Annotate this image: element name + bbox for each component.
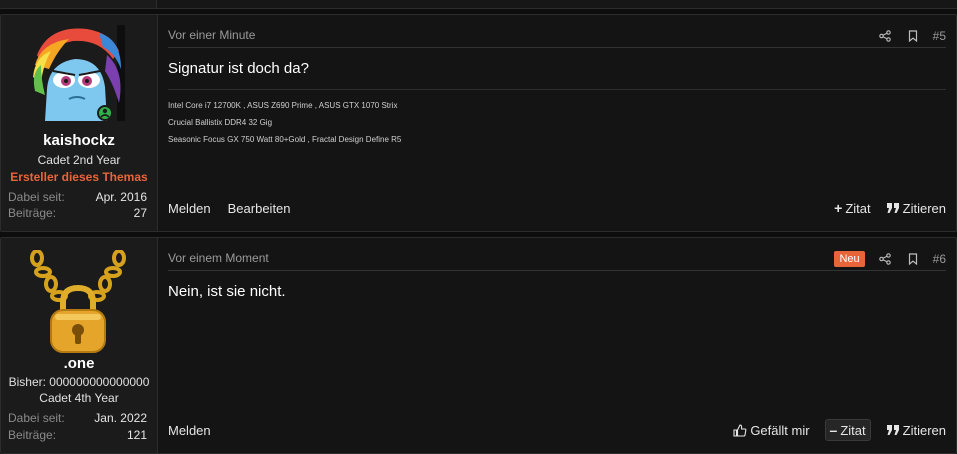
stat-value[interactable]: 27 (134, 206, 147, 220)
like-button[interactable]: Gefällt mir (733, 422, 810, 438)
like-label: Gefällt mir (750, 422, 810, 438)
minus-icon: – (829, 422, 838, 438)
post-main: Vor einem Moment Neu #6 Nein, ist sie ni… (158, 238, 956, 453)
post-meta-actions: #5 (877, 27, 946, 45)
stat-label: Dabei seit: (8, 190, 65, 204)
user-stat-joined: Dabei seit: Apr. 2016 (8, 190, 147, 206)
username[interactable]: kaishockz (1, 132, 157, 149)
reply-quote-label: Zitieren (902, 422, 946, 438)
post-date[interactable]: Vor einer Minute (168, 28, 255, 42)
stat-label: Beiträge: (8, 428, 57, 442)
post-actions-right: + Zitat Zitieren (834, 196, 946, 220)
post-actions-left: Melden Bearbeiten (168, 196, 291, 220)
stat-label: Beiträge: (8, 206, 57, 220)
thread-starter-banner: Ersteller dieses Themas (10, 170, 148, 184)
post-number[interactable]: #6 (933, 252, 946, 266)
post-5: kaishockz Cadet 2nd Year Ersteller diese… (0, 14, 957, 232)
signature: Intel Core i7 12700K , ASUS Z690 Prime ,… (168, 89, 946, 148)
share-icon[interactable] (877, 251, 893, 267)
share-icon[interactable] (877, 28, 893, 44)
user-stat-joined: Dabei seit: Jan. 2022 (8, 411, 147, 427)
avatar-rainbow-pony[interactable] (29, 25, 125, 121)
post-date[interactable]: Vor einem Moment (168, 251, 269, 265)
user-cell: .one Bisher: 000000000000000 Cadet 4th Y… (1, 238, 158, 453)
stat-value: Jan. 2022 (94, 411, 147, 425)
post-footer: Melden Gefällt mir – Zitat Zitieren (168, 418, 946, 442)
bookmark-icon[interactable] (905, 251, 921, 267)
signature-line: Intel Core i7 12700K , ASUS Z690 Prime ,… (168, 101, 398, 110)
post-body: Signatur ist doch da? (168, 60, 309, 77)
stat-value: Apr. 2016 (95, 190, 147, 204)
user-extra-title: Bisher: 000000000000000 (8, 375, 150, 389)
post-main: Vor einer Minute #5 Signatur ist doch da… (158, 15, 956, 231)
post-number[interactable]: #5 (933, 29, 946, 43)
user-cell: kaishockz Cadet 2nd Year Ersteller diese… (1, 15, 158, 231)
username[interactable]: .one (1, 355, 157, 372)
quote-remove-button[interactable]: – Zitat (824, 419, 871, 441)
reply-quote-button[interactable]: Zitieren (886, 423, 946, 438)
post-footer: Melden Bearbeiten + Zitat Zitieren (168, 196, 946, 220)
user-stat-posts: Beiträge: 121 (8, 428, 147, 444)
user-stat-posts: Beiträge: 27 (8, 206, 147, 222)
edit-button[interactable]: Bearbeiten (228, 201, 291, 216)
post-meta: Vor einem Moment Neu #6 (168, 250, 946, 271)
previous-post-edge (0, 0, 957, 9)
quote-icon (886, 425, 899, 435)
quote-remove-label: Zitat (840, 422, 866, 438)
user-title: Cadet 2nd Year (37, 153, 121, 167)
post-meta-actions: Neu #6 (834, 250, 946, 268)
quote-add-label: Zitat (845, 200, 871, 216)
report-button[interactable]: Melden (168, 423, 211, 438)
bookmark-icon[interactable] (905, 28, 921, 44)
post-meta: Vor einer Minute #5 (168, 27, 946, 48)
stat-value[interactable]: 121 (127, 428, 147, 442)
post-body: Nein, ist sie nicht. (168, 283, 286, 300)
reply-quote-label: Zitieren (902, 200, 946, 216)
avatar-gold-padlock[interactable] (27, 250, 129, 358)
quote-icon (886, 203, 899, 213)
report-button[interactable]: Melden (168, 201, 211, 216)
stat-label: Dabei seit: (8, 411, 65, 425)
thumbs-up-icon (733, 423, 747, 437)
previous-post-user-cell (0, 0, 157, 8)
post-actions-right: Gefällt mir – Zitat Zitieren (733, 418, 946, 442)
signature-line: Seasonic Focus GX 750 Watt 80+Gold , Fra… (168, 135, 402, 144)
signature-line: Crucial Ballistix DDR4 32 Gig (168, 118, 273, 127)
quote-add-button[interactable]: + Zitat (834, 200, 870, 216)
reply-quote-button[interactable]: Zitieren (886, 201, 946, 216)
post-actions-left: Melden (168, 418, 211, 442)
new-badge: Neu (834, 251, 865, 267)
user-title: Cadet 4th Year (39, 391, 119, 405)
post-6: .one Bisher: 000000000000000 Cadet 4th Y… (0, 237, 957, 454)
plus-icon: + (834, 200, 843, 216)
